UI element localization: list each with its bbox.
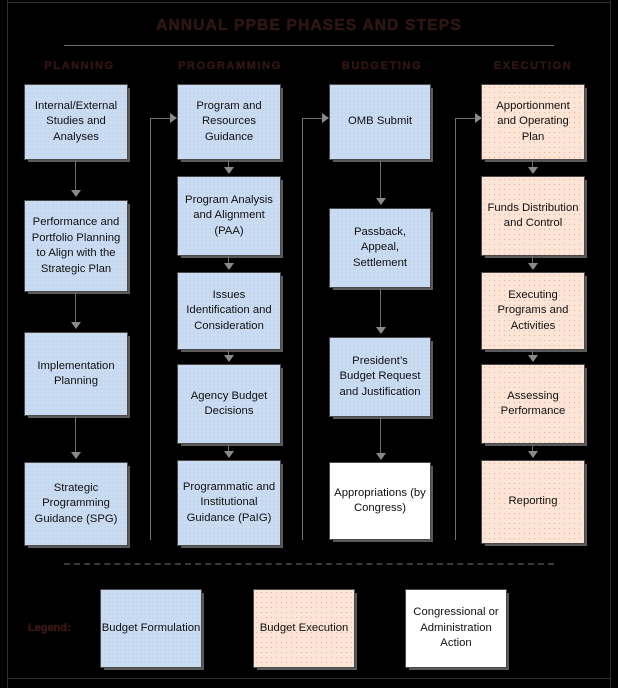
step-box-strategic-programming-guidance[interactable]: Strategic Programming Guidance (SPG)	[24, 462, 128, 546]
phase-connector-planning-to-programming-vertical	[150, 118, 152, 540]
arrow-down-icon	[71, 452, 81, 459]
arrow-down-icon	[376, 453, 386, 460]
diagram-canvas: ANNUAL PPBE PHASES AND STEPS PLANNING PR…	[0, 0, 618, 688]
connector-budgeting-3-4	[380, 417, 382, 455]
arrow-down-icon	[528, 355, 538, 362]
step-box-omb-submit[interactable]: OMB Submit	[329, 84, 431, 160]
legend-label: Legend:	[28, 622, 71, 634]
connector-planning-1-2	[75, 160, 77, 192]
legend-item-budget-formulation: Budget Formulation	[100, 589, 202, 668]
arrow-down-icon	[376, 327, 386, 334]
step-box-funds-distribution-control[interactable]: Funds Distribution and Control	[481, 176, 585, 256]
step-box-issues-identification[interactable]: Issues Identification and Consideration	[177, 272, 281, 350]
arrow-down-icon	[528, 263, 538, 270]
phase-connector-budgeting-to-execution-vertical	[455, 118, 457, 540]
legend-separator-rule	[64, 563, 554, 565]
frame-border-right	[610, 0, 611, 688]
step-box-executing-programs-activities[interactable]: Executing Programs and Activities	[481, 272, 585, 350]
diagram-title: ANNUAL PPBE PHASES AND STEPS	[156, 17, 462, 34]
arrow-down-icon	[224, 167, 234, 174]
connector-planning-2-3	[75, 292, 77, 324]
arrow-right-icon	[322, 113, 329, 123]
connector-budgeting-1-2	[380, 160, 382, 200]
phase-connector-budgeting-to-execution-horizontal	[455, 118, 477, 120]
column-header-budgeting: BUDGETING	[341, 60, 423, 72]
step-box-programmatic-institutional-guidance[interactable]: Programmatic and Institutional Guidance …	[177, 460, 281, 546]
legend-item-congressional-administration-action: Congressional or Administration Action	[405, 589, 507, 668]
column-header-planning: PLANNING	[44, 60, 115, 72]
phase-connector-planning-to-programming-horizontal	[150, 118, 172, 120]
step-box-internal-external-studies[interactable]: Internal/External Studies and Analyses	[24, 84, 128, 160]
arrow-down-icon	[71, 190, 81, 197]
connector-budgeting-2-3	[380, 288, 382, 329]
arrow-down-icon	[528, 167, 538, 174]
step-box-presidents-budget-request[interactable]: President’s Budget Request and Justifica…	[329, 337, 431, 417]
arrow-down-icon	[224, 263, 234, 270]
step-box-program-analysis-alignment[interactable]: Program Analysis and Alignment (PAA)	[177, 176, 281, 256]
frame-border-top	[7, 2, 611, 3]
step-box-agency-budget-decisions[interactable]: Agency Budget Decisions	[177, 364, 281, 444]
column-header-execution: EXECUTION	[493, 60, 573, 72]
step-box-assessing-performance[interactable]: Assessing Performance	[481, 364, 585, 444]
frame-border-left	[7, 0, 8, 688]
connector-planning-3-4	[75, 416, 77, 454]
step-box-program-resources-guidance[interactable]: Program and Resources Guidance	[177, 84, 281, 160]
column-header-programming: PROGRAMMING	[178, 60, 282, 72]
step-box-performance-portfolio-planning[interactable]: Performance and Portfolio Planning to Al…	[24, 200, 128, 292]
arrow-down-icon	[528, 451, 538, 458]
arrow-down-icon	[376, 198, 386, 205]
frame-border-bottom	[7, 678, 611, 679]
arrow-down-icon	[71, 322, 81, 329]
arrow-right-icon	[170, 113, 177, 123]
phase-connector-programming-to-budgeting-horizontal	[302, 118, 324, 120]
arrow-down-icon	[224, 355, 234, 362]
arrow-down-icon	[224, 451, 234, 458]
step-box-apportionment-operating-plan[interactable]: Apportionment and Operating Plan	[481, 84, 585, 160]
title-underline-rule	[64, 45, 554, 46]
legend-item-budget-execution: Budget Execution	[253, 589, 355, 668]
step-box-reporting[interactable]: Reporting	[481, 460, 585, 544]
phase-connector-programming-to-budgeting-vertical	[302, 118, 304, 540]
step-box-implementation-planning[interactable]: Implementation Planning	[24, 332, 128, 416]
step-box-passback-appeal-settlement[interactable]: Passback, Appeal, Settlement	[329, 208, 431, 288]
step-box-appropriations-by-congress[interactable]: Appropriations (by Congress)	[329, 462, 431, 540]
